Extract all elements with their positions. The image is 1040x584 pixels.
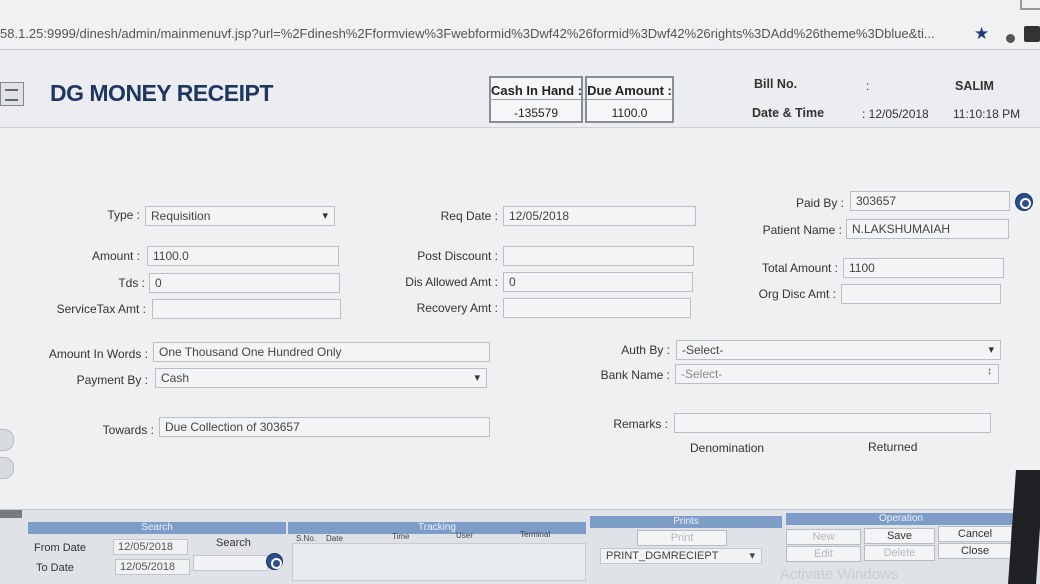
from-date-label: From Date (34, 542, 86, 554)
dis-allowed-field[interactable]: 0 (503, 272, 693, 292)
prints-section-header: Prints (590, 516, 782, 528)
bill-no-label: Bill No. (754, 77, 798, 91)
edit-button[interactable]: Edit (786, 546, 861, 562)
new-button[interactable]: New (786, 529, 861, 545)
dis-allowed-label: Dis Allowed Amt : (405, 275, 498, 289)
operation-section-header: Operation (786, 513, 1016, 525)
amount-label: Amount : (91, 249, 140, 263)
post-discount-label: Post Discount : (417, 249, 498, 263)
cancel-button[interactable]: Cancel (938, 526, 1012, 542)
bookmark-star-icon[interactable]: ★ (974, 24, 989, 44)
page-header: DG MONEY RECEIPT Cash In Hand : -135579 … (0, 50, 1040, 128)
paid-by-field[interactable]: 303657 (850, 191, 1010, 211)
date-time-label: Date & Time (752, 106, 825, 120)
menu-icon[interactable] (1024, 26, 1040, 42)
amount-words-label: Amount In Words : (48, 347, 148, 361)
type-select[interactable]: Requisition (145, 206, 335, 226)
amount-words-field[interactable]: One Thousand One Hundred Only (153, 342, 490, 362)
recovery-label: Recovery Amt : (416, 301, 498, 315)
cash-in-hand-value: -135579 (513, 106, 559, 120)
returned-label: Returned (868, 440, 918, 454)
due-amount-value: 1100.0 (611, 106, 648, 120)
receipt-icon (0, 82, 24, 106)
tds-label: Tds : (118, 276, 145, 290)
servicetax-label: ServiceTax Amt : (56, 302, 146, 316)
tds-field[interactable]: 0 (149, 273, 340, 293)
print-format-select[interactable]: PRINT_DGMRECIEPT ▾ (600, 548, 762, 564)
side-tab-1[interactable] (0, 429, 14, 451)
post-discount-field[interactable] (503, 246, 694, 266)
bottom-toolbar: Search From Date 12/05/2018 To Date 12/0… (0, 509, 1040, 584)
total-amount-field[interactable]: 1100 (843, 258, 1004, 278)
to-date-field[interactable]: 12/05/2018 (115, 559, 190, 575)
req-date-label: Req Date : (440, 209, 498, 223)
to-date-label: To Date (36, 562, 74, 574)
search-label: Search (216, 537, 251, 549)
towards-field[interactable]: Due Collection of 303657 (159, 417, 490, 437)
towards-label: Towards : (102, 423, 154, 437)
col-user: User (456, 531, 473, 540)
col-sno: S.No. (296, 534, 317, 543)
side-tab-2[interactable] (0, 457, 14, 479)
col-time: Time (392, 532, 410, 541)
org-disc-label: Org Disc Amt : (758, 287, 836, 301)
org-disc-field[interactable] (841, 284, 1001, 304)
remarks-field[interactable] (674, 413, 991, 433)
denomination-label: Denomination (690, 441, 765, 455)
bank-name-label: Bank Name : (600, 368, 670, 382)
from-date-field[interactable]: 12/05/2018 (113, 539, 188, 555)
save-button[interactable]: Save (864, 528, 935, 544)
auth-by-label: Auth By : (621, 343, 670, 357)
activate-windows-watermark: Activate Windows (780, 566, 899, 583)
page-title: DG MONEY RECEIPT (50, 80, 273, 106)
header-divider (489, 99, 674, 100)
paid-by-search-icon[interactable] (1015, 193, 1033, 211)
payment-by-label: Payment By : (76, 373, 148, 387)
bill-no-colon: : (866, 79, 870, 93)
patient-name-field[interactable]: N.LAKSHUMAIAH (846, 219, 1009, 239)
receipt-form: Type : Requisition Req Date : 12/05/2018… (0, 129, 1040, 509)
bank-name-select[interactable]: -Select- (675, 364, 999, 384)
extension-icon[interactable] (1006, 34, 1015, 43)
col-terminal: Terminal (520, 530, 551, 539)
toolbar-strip (0, 510, 22, 518)
logged-in-user: SALIM (955, 79, 994, 93)
due-amount-label: Due Amount : (587, 83, 672, 98)
chevron-down-icon: ▾ (749, 550, 755, 562)
servicetax-field[interactable] (152, 299, 341, 319)
print-format-value: PRINT_DGMRECIEPT (606, 550, 719, 562)
current-time: 11:10:18 PM (953, 107, 1021, 121)
patient-name-label: Patient Name : (762, 223, 842, 237)
current-date: : 12/05/2018 (862, 107, 929, 121)
search-field[interactable] (193, 555, 268, 571)
search-icon[interactable] (266, 553, 283, 570)
paid-by-label: Paid By : (795, 196, 844, 210)
payment-by-select[interactable]: Cash (155, 368, 487, 388)
search-section-header: Search (28, 522, 286, 534)
window-edge (1020, 0, 1040, 10)
remarks-label: Remarks : (613, 417, 668, 431)
delete-button[interactable]: Delete (864, 545, 935, 561)
url-text[interactable]: 58.1.25:9999/dinesh/admin/mainmenuvf.jsp… (0, 26, 935, 41)
browser-address-bar: 58.1.25:9999/dinesh/admin/mainmenuvf.jsp… (0, 0, 1040, 50)
cash-in-hand-label: Cash In Hand : (491, 83, 583, 98)
col-date: Date (326, 534, 343, 543)
auth-by-select[interactable]: -Select- (676, 340, 1001, 360)
amount-field[interactable]: 1100.0 (147, 246, 339, 266)
print-button[interactable]: Print (637, 530, 727, 546)
type-label: Type : (107, 208, 140, 222)
tracking-table (292, 543, 586, 581)
req-date-field[interactable]: 12/05/2018 (503, 206, 696, 226)
total-amount-label: Total Amount : (761, 261, 838, 275)
close-button[interactable]: Close (938, 543, 1012, 559)
recovery-field[interactable] (503, 298, 691, 318)
